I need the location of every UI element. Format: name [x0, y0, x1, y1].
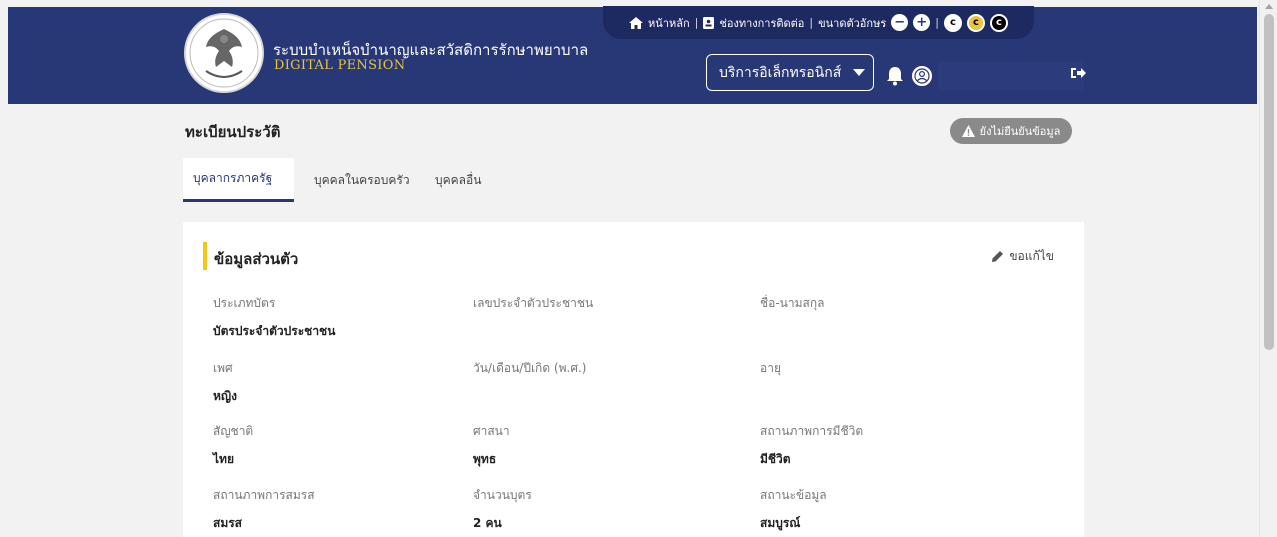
field-value: 2 คน	[473, 516, 502, 530]
field-value: ไทย	[213, 452, 234, 466]
bell-icon[interactable]	[886, 66, 904, 86]
field-id-card-type: ประเภทบัตร บัตรประจำตัวประชาชน	[213, 294, 473, 341]
caret-down-icon	[853, 69, 866, 76]
warning-icon	[961, 125, 975, 137]
home-link[interactable]: หน้าหลัก	[648, 14, 690, 32]
field-children-count: จำนวนบุตร 2 คน	[473, 486, 733, 533]
utility-bar: หน้าหลัก | ช่องทางการติดต่อ | ขนาดตัวอัก…	[603, 6, 1034, 39]
divider: |	[935, 16, 939, 29]
edit-label: ขอแก้ไข	[1009, 249, 1054, 263]
field-label: วัน/เดือน/ปีเกิด (พ.ศ.)	[473, 361, 587, 375]
divider: |	[809, 16, 814, 29]
sign-out-icon[interactable]	[1070, 65, 1086, 81]
field-label: ชื่อ-นามสกุล	[760, 296, 825, 310]
field-value: หญิง	[213, 389, 237, 403]
font-minus-icon[interactable]: −	[891, 14, 909, 31]
field-age: อายุ	[760, 359, 1020, 387]
scroll-thumb[interactable]	[1264, 14, 1274, 350]
divider: |	[694, 16, 699, 29]
field-label: สถานภาพการสมรส	[213, 488, 315, 502]
field-religion: ศาสนา พุทธ	[473, 422, 733, 469]
user-icon	[914, 68, 930, 84]
profile-tabs: บุคลากรภาครัฐ บุคคลในครอบครัว บุคคลอื่น	[183, 158, 500, 204]
field-value: พุทธ	[473, 452, 497, 466]
request-edit-link[interactable]: ขอแก้ไข	[991, 247, 1054, 266]
field-birth-date: วัน/เดือน/ปีเกิด (พ.ศ.)	[473, 359, 733, 387]
font-plus-icon[interactable]: +	[913, 14, 931, 31]
scroll-up-icon[interactable]	[1265, 4, 1273, 9]
field-citizen-id: เลขประจำตัวประชาชน	[473, 294, 733, 322]
field-label: สัญชาติ	[213, 424, 254, 438]
department-logo[interactable]	[184, 13, 264, 93]
field-data-status: สถานะข้อมูล สมบูรณ์	[760, 486, 1020, 533]
home-icon[interactable]	[629, 16, 644, 29]
status-badge: ยังไม่ยืนยันข้อมูล	[950, 118, 1072, 144]
pencil-icon	[992, 251, 1004, 262]
section-title: ข้อมูลส่วนตัว	[214, 250, 299, 268]
tab-other-persons[interactable]: บุคคลอื่น	[410, 158, 500, 202]
contact-card-icon[interactable]	[703, 16, 715, 29]
field-label: จำนวนบุตร	[473, 488, 532, 502]
font-size-label: ขนาดตัวอักษร	[818, 16, 887, 30]
tab-label: บุคลากรภาครัฐ	[193, 171, 273, 185]
field-label: เลขประจำตัวประชาชน	[473, 296, 594, 310]
field-label: สถานภาพการมีชีวิต	[760, 424, 864, 438]
tab-government-personnel[interactable]: บุคลากรภาครัฐ	[183, 158, 294, 202]
username-display	[938, 62, 1084, 90]
personal-info-card: ข้อมูลส่วนตัว ขอแก้ไข ประเภทบัตร บัตรประ…	[183, 222, 1084, 537]
field-label: สถานะข้อมูล	[760, 488, 827, 502]
tab-family-members[interactable]: บุคคลในครอบครัว	[294, 158, 410, 202]
field-nationality: สัญชาติ ไทย	[213, 422, 473, 469]
contrast-default-button[interactable]: c	[943, 13, 962, 32]
field-value: สมรส	[213, 516, 243, 530]
field-full-name: ชื่อ-นามสกุล	[760, 294, 1020, 322]
user-avatar[interactable]	[912, 66, 932, 86]
dropdown-label: บริการอิเล็กทรอนิกส์	[719, 64, 842, 81]
vertical-scrollbar[interactable]	[1259, 0, 1277, 537]
field-label: เพศ	[213, 361, 233, 375]
electronic-services-dropdown[interactable]: บริการอิเล็กทรอนิกส์	[706, 54, 874, 91]
field-value: มีชีวิต	[760, 452, 791, 466]
field-label: ศาสนา	[473, 424, 510, 438]
field-label: ประเภทบัตร	[213, 296, 276, 310]
section-accent-bar	[203, 242, 207, 270]
contact-link[interactable]: ช่องทางการติดต่อ	[719, 14, 804, 32]
field-label: อายุ	[760, 361, 781, 375]
contrast-dark-button[interactable]: c	[989, 13, 1008, 32]
contrast-yellow-button[interactable]: c	[966, 13, 985, 32]
field-gender: เพศ หญิง	[213, 359, 473, 406]
field-value: สมบูรณ์	[760, 516, 801, 530]
status-badge-label: ยังไม่ยืนยันข้อมูล	[979, 125, 1061, 138]
field-value: บัตรประจำตัวประชาชน	[213, 324, 336, 338]
field-marital-status: สถานภาพการสมรส สมรส	[213, 486, 473, 533]
tab-label: บุคคลอื่น	[435, 172, 482, 187]
brand-title-en: DIGITAL PENSION	[274, 58, 406, 73]
field-living-status: สถานภาพการมีชีวิต มีชีวิต	[760, 422, 1020, 469]
tab-label: บุคคลในครอบครัว	[314, 172, 410, 187]
page-title: ทะเบียนประวัติ	[185, 123, 281, 141]
